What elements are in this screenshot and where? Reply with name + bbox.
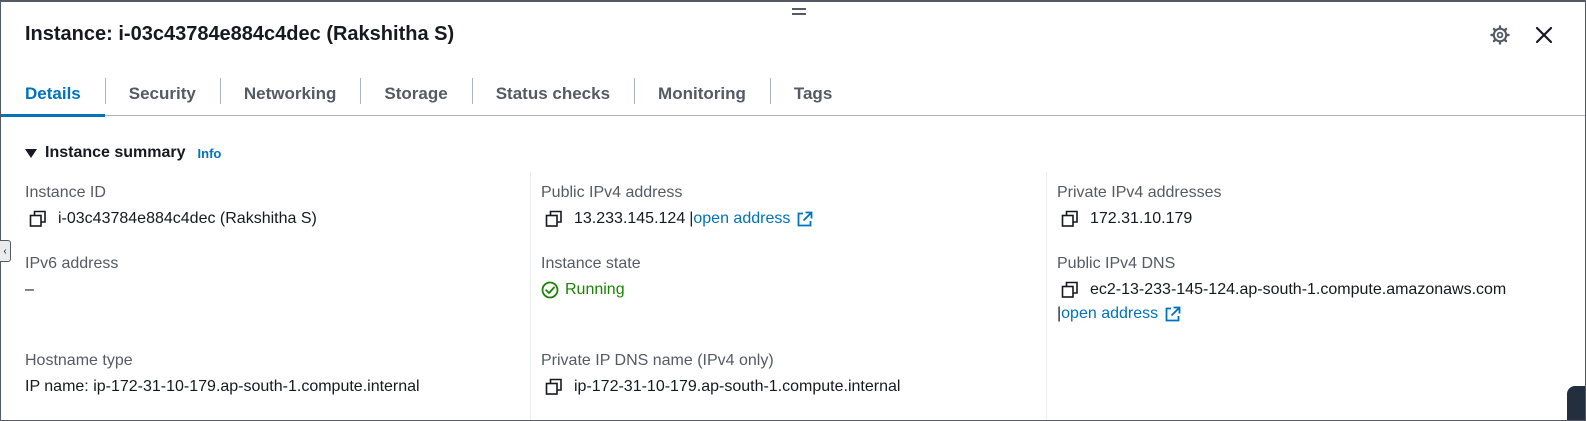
public-ipv4-value: 13.233.145.124 <box>574 210 686 227</box>
collapse-sidebar-button[interactable]: ‹ <box>0 240 11 262</box>
public-dns-field: Public IPv4 DNS ec2-13-233-145-124.ap-so… <box>1057 255 1506 323</box>
external-link-icon[interactable] <box>1164 306 1181 323</box>
instance-state-value: Running <box>565 281 625 298</box>
instance-summary-header: Instance summary Info <box>25 144 221 162</box>
public-dns-label: Public IPv4 DNS <box>1057 255 1176 272</box>
ipv6-label: IPv6 address <box>25 255 119 272</box>
instance-state-label: Instance state <box>541 255 641 272</box>
private-dns-value: ip-172-31-10-179.ap-south-1.compute.inte… <box>574 378 901 395</box>
instance-id-field: Instance ID i-03c43784e884c4dec (Rakshit… <box>25 184 317 228</box>
column-divider <box>1046 172 1047 420</box>
private-ipv4-field: Private IPv4 addresses 172.31.10.179 <box>1057 184 1222 228</box>
private-dns-field: Private IP DNS name (IPv4 only) ip-172-3… <box>541 352 900 396</box>
tab-tags[interactable]: Tags <box>769 72 856 116</box>
public-dns-value: ec2-13-233-145-124.ap-south-1.compute.am… <box>1090 281 1507 298</box>
tab-details[interactable]: Details <box>1 72 105 117</box>
section-title[interactable]: Instance summary <box>45 144 186 162</box>
caret-down-icon[interactable] <box>25 148 37 158</box>
private-dns-label: Private IP DNS name (IPv4 only) <box>541 352 774 369</box>
instance-id-label: Instance ID <box>25 184 106 201</box>
private-ipv4-label: Private IPv4 addresses <box>1057 184 1222 201</box>
header-actions <box>1489 24 1555 46</box>
column-divider <box>530 172 531 420</box>
tab-security[interactable]: Security <box>104 72 220 116</box>
feedback-widget-icon[interactable] <box>1567 386 1585 420</box>
close-button[interactable] <box>1533 24 1555 46</box>
hostname-type-field: Hostname type IP name: ip-172-31-10-179.… <box>25 352 420 396</box>
instance-details-panel: Instance: i-03c43784e884c4dec (Rakshitha… <box>0 0 1586 421</box>
copy-icon[interactable] <box>545 378 563 396</box>
gear-icon <box>1490 25 1510 45</box>
open-address-link[interactable]: open address <box>1061 305 1158 323</box>
public-ipv4-label: Public IPv4 address <box>541 184 683 201</box>
hostname-type-label: Hostname type <box>25 352 133 369</box>
ipv6-value: – <box>25 281 34 298</box>
copy-icon[interactable] <box>545 210 563 228</box>
info-link[interactable]: Info <box>198 146 222 161</box>
open-address-link[interactable]: open address <box>693 210 790 228</box>
tab-networking[interactable]: Networking <box>219 72 361 116</box>
copy-icon[interactable] <box>1061 281 1079 299</box>
ipv6-field: IPv6 address – <box>25 255 118 299</box>
copy-icon[interactable] <box>1061 210 1079 228</box>
private-ipv4-value: 172.31.10.179 <box>1090 210 1193 227</box>
page-title: Instance: i-03c43784e884c4dec (Rakshitha… <box>25 23 455 45</box>
close-icon <box>1535 26 1553 44</box>
copy-icon[interactable] <box>29 210 47 228</box>
tab-monitoring[interactable]: Monitoring <box>634 72 770 116</box>
public-ipv4-field: Public IPv4 address 13.233.145.124 | ope… <box>541 184 813 228</box>
resize-handle-icon[interactable] <box>792 8 806 18</box>
hostname-type-value: IP name: ip-172-31-10-179.ap-south-1.com… <box>25 378 420 395</box>
tab-status-checks[interactable]: Status checks <box>471 72 634 116</box>
settings-button[interactable] <box>1489 24 1511 46</box>
instance-id-value: i-03c43784e884c4dec (Rakshitha S) <box>58 210 317 227</box>
external-link-icon[interactable] <box>796 211 813 228</box>
chevron-left-icon: ‹ <box>3 245 7 257</box>
tab-storage[interactable]: Storage <box>360 72 471 116</box>
tab-list: Details Security Networking Storage Stat… <box>1 72 1585 117</box>
instance-state-field: Instance state Running <box>541 255 641 299</box>
check-circle-icon <box>541 281 559 299</box>
